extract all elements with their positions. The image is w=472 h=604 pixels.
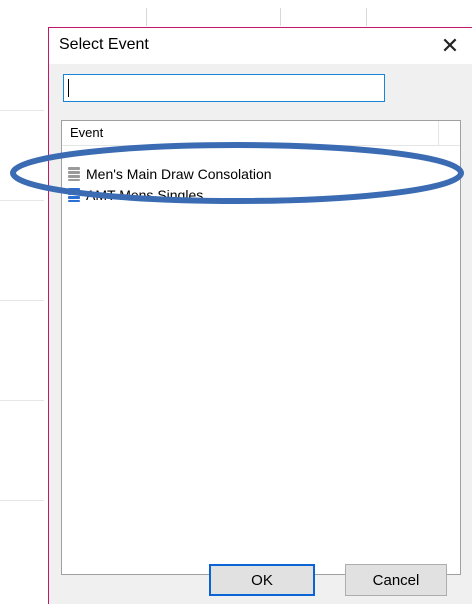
event-blue-icon: [68, 188, 80, 202]
bg-row-line: [0, 110, 44, 111]
event-search-input[interactable]: [63, 74, 385, 102]
ok-button[interactable]: OK: [209, 564, 315, 596]
background-app-strip: [0, 0, 44, 604]
bg-row-line: [0, 500, 44, 501]
event-grey-icon: [68, 167, 80, 181]
event-column-header-label: Event: [70, 125, 104, 140]
event-list[interactable]: Event Men's Main Draw Consolation AMT Me…: [61, 120, 461, 575]
dialog-title: Select Event: [59, 36, 149, 53]
bg-row-line: [0, 200, 44, 201]
list-item[interactable]: AMT Mens Singles: [68, 185, 203, 205]
dialog-titlebar: Select Event ✕: [49, 28, 472, 64]
text-caret: [68, 79, 69, 97]
close-icon[interactable]: ✕: [436, 32, 464, 60]
bg-column-divider: [366, 8, 367, 26]
select-event-dialog: Select Event ✕ Event Men's Main Draw Con…: [48, 27, 472, 604]
list-item[interactable]: Men's Main Draw Consolation: [68, 164, 272, 184]
list-item-label: Men's Main Draw Consolation: [86, 166, 272, 182]
event-column-header[interactable]: Event: [62, 121, 460, 146]
list-item-label: AMT Mens Singles: [86, 187, 204, 203]
bg-column-divider: [280, 8, 281, 26]
column-separator[interactable]: [438, 121, 439, 145]
cancel-button[interactable]: Cancel: [345, 564, 447, 596]
bg-column-divider: [146, 8, 147, 26]
bg-row-line: [0, 300, 44, 301]
background-app-header: [0, 0, 472, 26]
bg-row-line: [0, 400, 44, 401]
